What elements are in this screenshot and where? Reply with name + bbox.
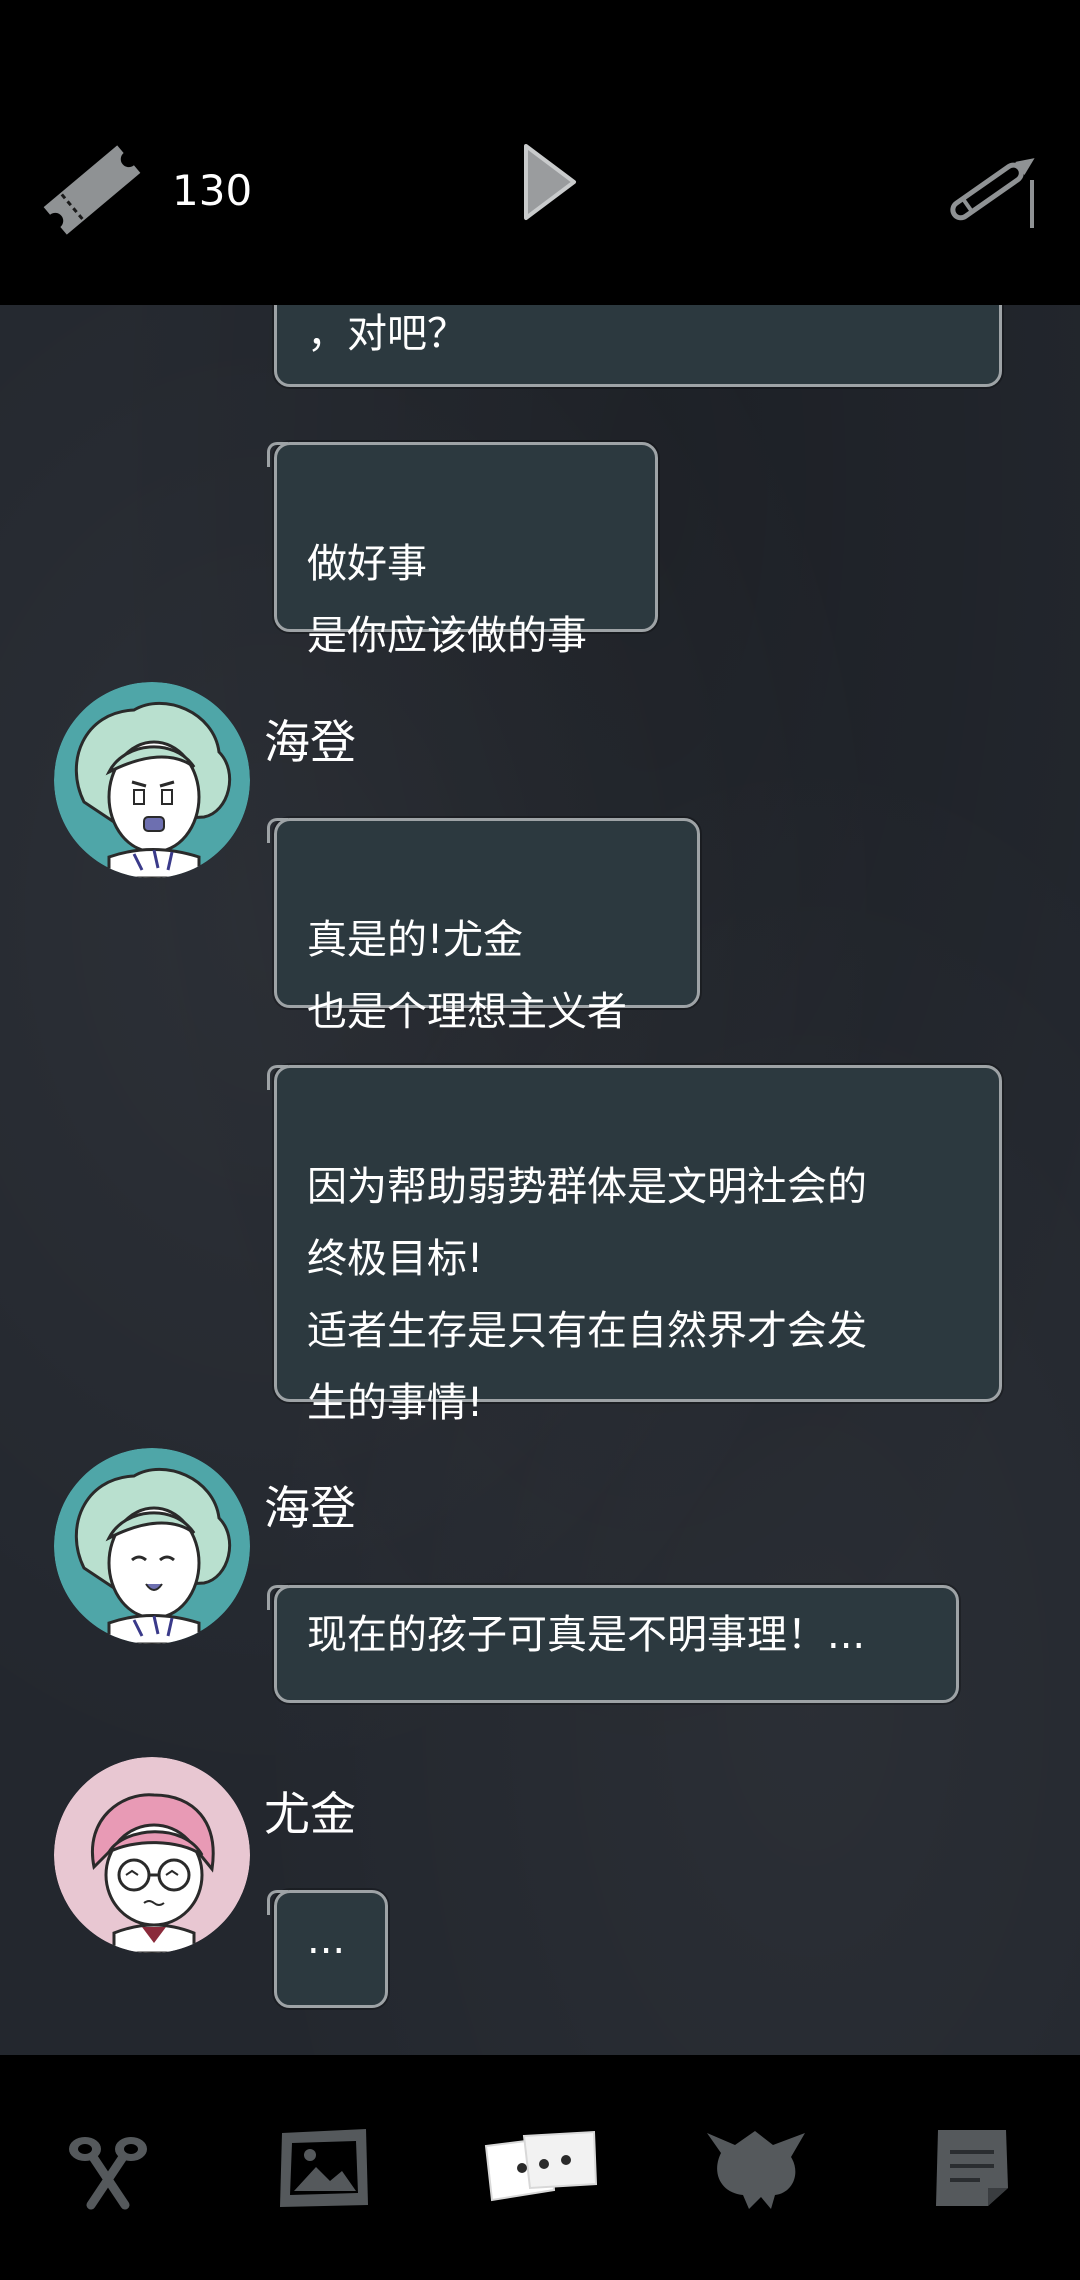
nav-creature[interactable] [648,2055,864,2280]
message-bubble: 真是的!尤金 也是个理想主义者 [267,818,700,1035]
chat-icon [484,2130,598,2201]
message-bubble: 做好事 是你应该做的事 [267,442,658,659]
nav-scissors[interactable] [0,2055,216,2280]
speaker-name: 海登 [264,1481,356,1535]
message-text: 因为帮助弱势群体是文明社会的 终极目标! 适者生存是只有在自然界才会发 生的事情… [307,1164,867,1426]
play-icon[interactable] [520,140,580,224]
message-bubble: 现在的孩子可真是不明事理！... [267,1585,959,1703]
message-text: 做好事 是你应该做的事 [307,541,587,659]
ticket-count: 130 [172,166,253,215]
message-text: 真是的!尤金 也是个理想主义者 [307,917,627,1035]
nav-chat[interactable] [432,2055,648,2280]
gallery-icon [280,2128,368,2207]
message-bubble: 因为帮助弱势群体是文明社会的 终极目标! 适者生存是只有在自然界才会发 生的事情… [267,1065,1002,1426]
pen-icon[interactable] [940,140,1045,235]
bottom-nav [0,2055,1080,2280]
message-text: ，对吧？ [307,311,467,357]
avatar-hayden[interactable] [54,1448,250,1644]
notes-icon [936,2129,1008,2206]
message-text: ... [307,1917,346,1963]
avatar-hayden[interactable] [54,682,250,878]
chat-area[interactable]: ，对吧？ 做好事 是你应该做的事 海登 真是的!尤金 也是个理想主义者 因为帮助… [0,305,1080,2055]
nav-notes[interactable] [864,2055,1080,2280]
avatar-eugene[interactable] [54,1757,250,1953]
speaker-name: 尤金 [264,1787,356,1841]
message-bubble: ，对吧？ [274,305,1002,387]
message-text: 现在的孩子可真是不明事理！... [307,1612,866,1658]
scissors-icon [69,2136,147,2209]
ticket-icon[interactable] [36,132,148,248]
nav-gallery[interactable] [216,2055,432,2280]
speaker-name: 海登 [264,715,356,769]
message-bubble: ... [267,1890,388,2008]
top-bar: 130 [0,0,1080,305]
creature-icon [707,2130,805,2209]
